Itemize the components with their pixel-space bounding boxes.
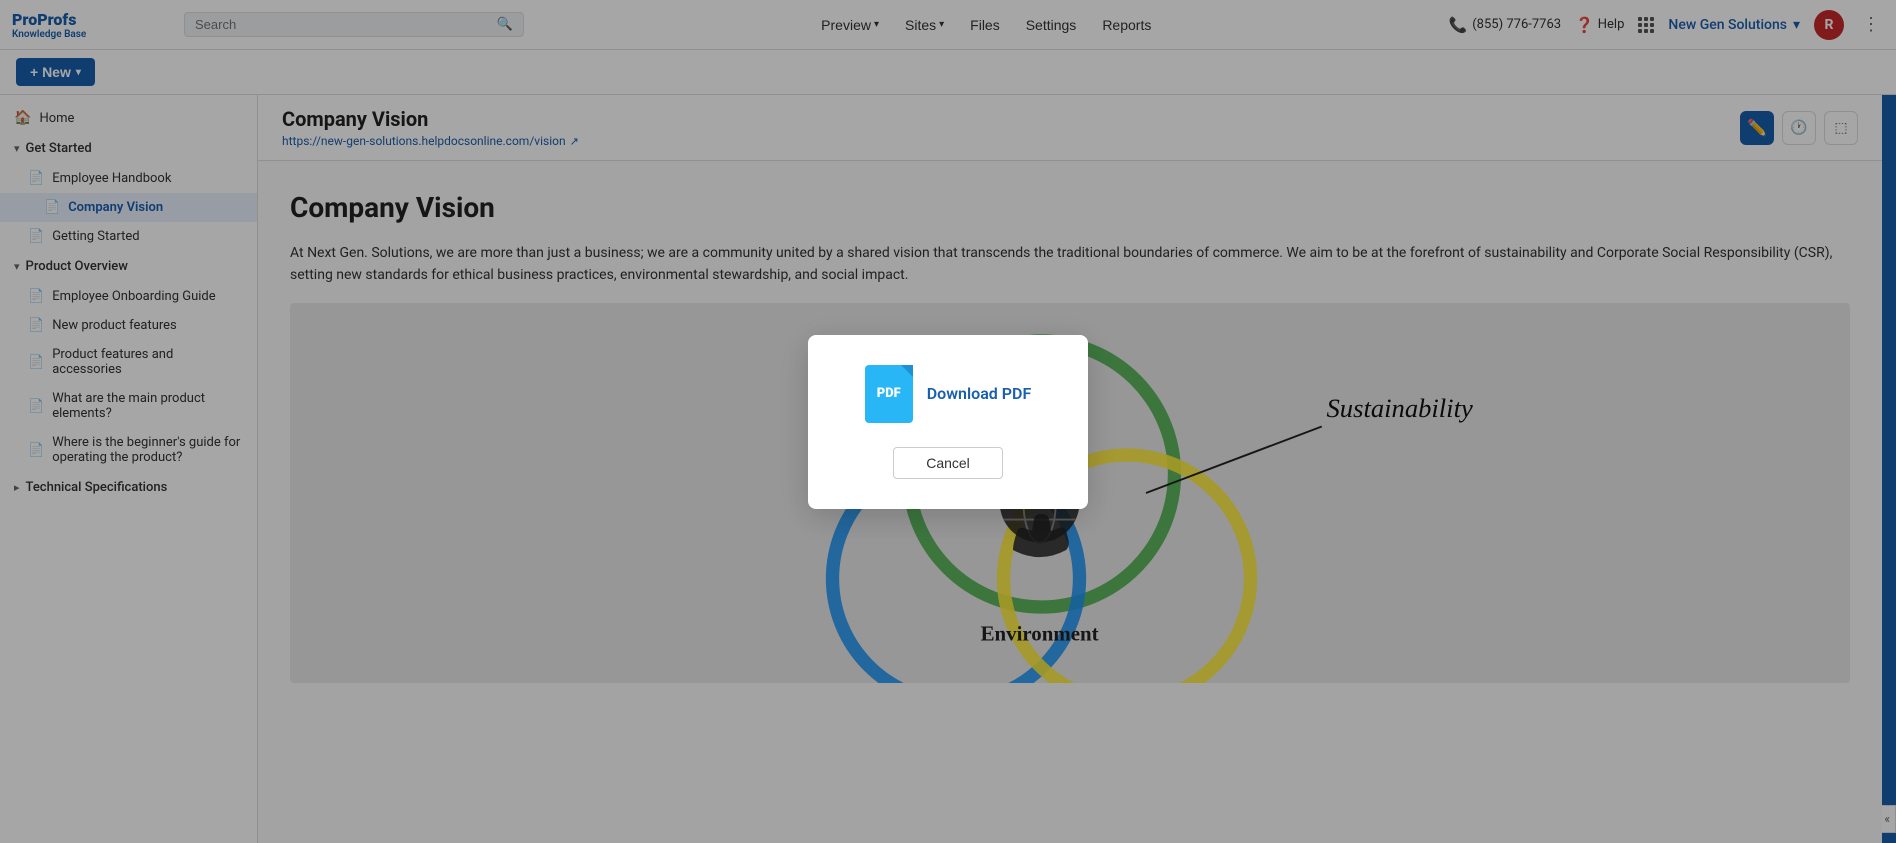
download-modal: PDF Download PDF Cancel (808, 335, 1088, 509)
cancel-button[interactable]: Cancel (893, 447, 1003, 479)
pdf-icon: PDF (865, 365, 913, 423)
modal-download-row: PDF Download PDF (865, 365, 1032, 423)
modal-overlay[interactable]: PDF Download PDF Cancel (0, 0, 1896, 843)
download-pdf-link[interactable]: Download PDF (927, 384, 1032, 403)
